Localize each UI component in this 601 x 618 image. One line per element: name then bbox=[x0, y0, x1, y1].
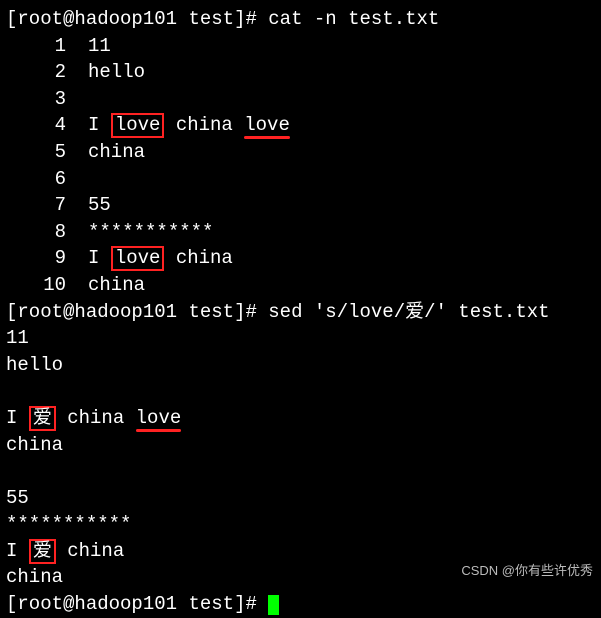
prompt-symbol: # bbox=[245, 8, 256, 30]
highlight-box: 爱 bbox=[29, 406, 56, 431]
watermark: CSDN @你有些许优秀 bbox=[461, 562, 593, 580]
content: 11 bbox=[88, 35, 111, 57]
prompt-user: root bbox=[17, 301, 63, 323]
pre: I bbox=[6, 407, 29, 429]
content: *********** bbox=[88, 221, 213, 243]
content: 55 bbox=[6, 487, 29, 509]
cat-line-1: 111 bbox=[6, 33, 595, 60]
highlight-box: love bbox=[111, 246, 165, 271]
prompt-dir: test bbox=[188, 593, 234, 615]
prompt-user: root bbox=[17, 593, 63, 615]
content: hello bbox=[88, 61, 145, 83]
cat-line-2: 2 hello bbox=[6, 59, 595, 86]
command-sed: sed 's/love/爱/' test.txt bbox=[268, 301, 549, 323]
cat-line-8: 8 *********** bbox=[6, 219, 595, 246]
sed-line-7: 55 bbox=[6, 485, 595, 512]
lineno: 10 bbox=[6, 272, 66, 299]
cat-line-6: 6 bbox=[6, 166, 595, 193]
post: china bbox=[56, 540, 124, 562]
cat-line-7: 7 55 bbox=[6, 192, 595, 219]
sed-line-4: I 爱 china love bbox=[6, 405, 595, 432]
lineno: 1 bbox=[6, 33, 66, 60]
sed-line-8: *********** bbox=[6, 511, 595, 538]
prompt-line-2: [root@hadoop101 test]# sed 's/love/爱/' t… bbox=[6, 299, 595, 326]
mid: china bbox=[164, 114, 244, 136]
content: 11 bbox=[6, 327, 29, 349]
content: china bbox=[6, 434, 63, 456]
highlight-underline: love bbox=[136, 407, 182, 429]
sed-line-3 bbox=[6, 378, 595, 405]
pre: I bbox=[88, 114, 111, 136]
cat-line-4: 4I love china love bbox=[6, 112, 595, 139]
prompt-user: root bbox=[17, 8, 63, 30]
prompt-dir: test bbox=[188, 8, 234, 30]
pre: I bbox=[6, 540, 29, 562]
prompt-symbol: # bbox=[245, 301, 256, 323]
prompt-host: hadoop101 bbox=[74, 301, 177, 323]
lineno: 2 bbox=[6, 59, 66, 86]
mid: china bbox=[56, 407, 136, 429]
cursor-icon bbox=[268, 595, 279, 615]
lineno: 7 bbox=[6, 192, 66, 219]
content: *********** bbox=[6, 513, 131, 535]
command-cat: cat -n test.txt bbox=[268, 8, 439, 30]
prompt-host: hadoop101 bbox=[74, 593, 177, 615]
lineno: 5 bbox=[6, 139, 66, 166]
cat-line-10: 10 china bbox=[6, 272, 595, 299]
lineno: 8 bbox=[6, 219, 66, 246]
content: hello bbox=[6, 354, 63, 376]
lineno: 3 bbox=[6, 86, 66, 113]
cat-line-9: 9I love china bbox=[6, 245, 595, 272]
post: china bbox=[164, 247, 232, 269]
sed-line-5: china bbox=[6, 432, 595, 459]
highlight-box: 爱 bbox=[29, 539, 56, 564]
cat-line-3: 3 bbox=[6, 86, 595, 113]
content: china bbox=[88, 274, 145, 296]
sed-line-2: hello bbox=[6, 352, 595, 379]
lineno: 4 bbox=[6, 112, 66, 139]
prompt-symbol: # bbox=[245, 593, 256, 615]
terminal[interactable]: [root@hadoop101 test]# cat -n test.txt 1… bbox=[6, 6, 595, 618]
lineno: 9 bbox=[6, 245, 66, 272]
content: 55 bbox=[88, 194, 111, 216]
sed-line-9: I 爱 china bbox=[6, 538, 595, 565]
content: china bbox=[6, 566, 63, 588]
pre: I bbox=[88, 247, 111, 269]
prompt-line-1: [root@hadoop101 test]# cat -n test.txt bbox=[6, 6, 595, 33]
prompt-line-3: [root@hadoop101 test]# bbox=[6, 591, 595, 618]
highlight-underline: love bbox=[244, 114, 290, 136]
sed-line-1: 11 bbox=[6, 325, 595, 352]
content: china bbox=[88, 141, 145, 163]
prompt-dir: test bbox=[188, 301, 234, 323]
cat-line-5: 5 china bbox=[6, 139, 595, 166]
prompt-host: hadoop101 bbox=[74, 8, 177, 30]
lineno: 6 bbox=[6, 166, 66, 193]
highlight-box: love bbox=[111, 113, 165, 138]
sed-line-6 bbox=[6, 458, 595, 485]
